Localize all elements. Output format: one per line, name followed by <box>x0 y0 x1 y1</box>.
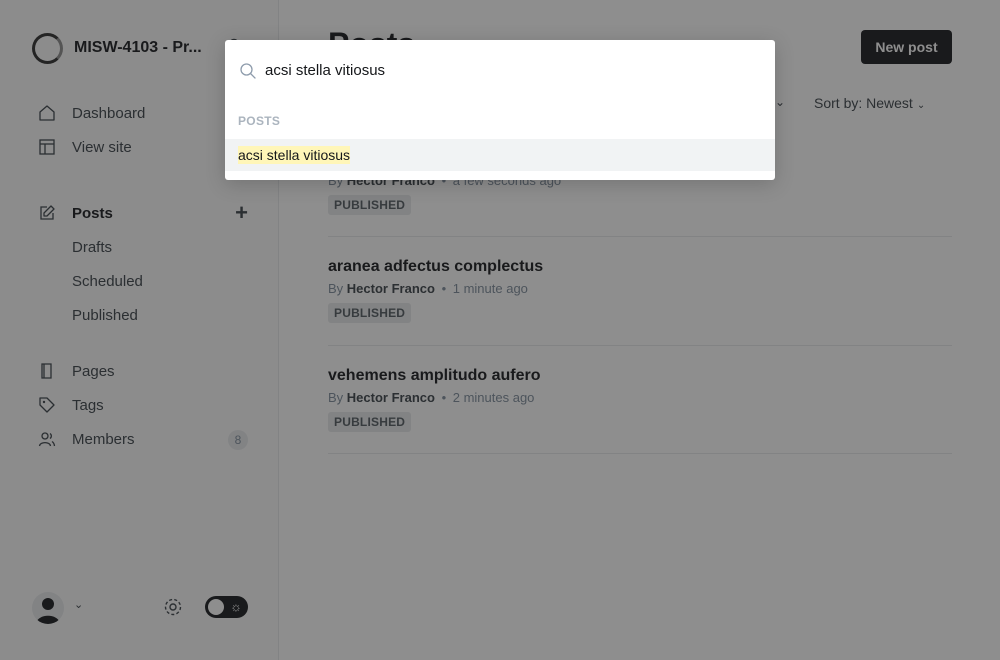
search-row <box>225 40 775 100</box>
results-section-label: POSTS <box>238 114 281 128</box>
search-icon <box>239 62 257 80</box>
search-result-label: acsi stella vitiosus <box>238 146 351 164</box>
search-result-item[interactable]: acsi stella vitiosus <box>225 139 775 171</box>
search-input[interactable] <box>265 57 745 83</box>
search-modal: POSTS acsi stella vitiosus <box>225 40 775 180</box>
